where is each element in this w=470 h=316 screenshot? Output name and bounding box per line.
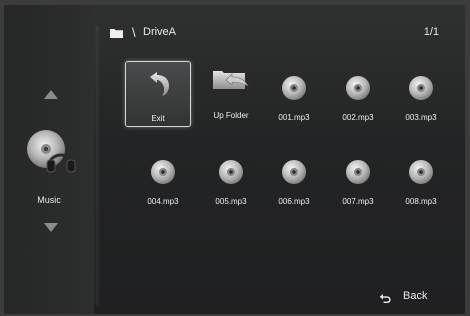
item-label: 003.mp3 <box>405 113 437 122</box>
file-grid: Exit Up Folder 001.mp3 002.mp3 003.mp3 0… <box>100 47 465 247</box>
file-item-005[interactable]: 005.mp3 <box>199 145 263 209</box>
media-browser-screen: Music \ DriveA 1/1 Exit Up Folder 001.mp… <box>4 5 465 314</box>
file-item-003[interactable]: 003.mp3 <box>389 61 453 125</box>
category-label: Music <box>37 195 61 205</box>
item-label: 008.mp3 <box>405 197 437 206</box>
current-path: DriveA <box>143 26 177 38</box>
up-folder-item[interactable]: Up Folder <box>199 61 263 125</box>
file-item-007[interactable]: 007.mp3 <box>326 145 390 209</box>
disc-icon <box>346 160 370 184</box>
item-label: 001.mp3 <box>278 113 310 122</box>
disc-icon <box>409 160 433 184</box>
path-separator: \ <box>132 25 136 40</box>
disc-icon <box>219 160 243 184</box>
back-label: Back <box>403 290 428 302</box>
disc-icon <box>151 160 175 184</box>
file-item-006[interactable]: 006.mp3 <box>262 145 326 209</box>
item-label: Exit <box>151 114 165 123</box>
music-disc-headphones-icon[interactable] <box>24 127 76 179</box>
exit-item[interactable]: Exit <box>125 61 191 127</box>
category-sidebar: Music <box>4 5 94 314</box>
chevron-down-icon[interactable] <box>44 223 58 232</box>
item-label: 006.mp3 <box>278 197 310 206</box>
item-label: Up Folder <box>213 111 249 120</box>
disc-icon <box>282 160 306 184</box>
file-item-002[interactable]: 002.mp3 <box>326 61 390 125</box>
item-label: 002.mp3 <box>342 113 374 122</box>
disc-icon <box>409 76 433 100</box>
return-arrow-icon <box>379 294 391 303</box>
exit-arrow-icon <box>150 72 169 96</box>
file-item-001[interactable]: 001.mp3 <box>262 61 326 125</box>
chevron-up-icon[interactable] <box>44 90 58 99</box>
file-item-008[interactable]: 008.mp3 <box>389 145 453 209</box>
folder-icon <box>110 29 123 38</box>
disc-icon <box>282 76 306 100</box>
header-bar: \ DriveA 1/1 <box>100 5 465 47</box>
item-label: 007.mp3 <box>342 197 374 206</box>
up-folder-icon <box>213 71 249 89</box>
disc-icon <box>346 76 370 100</box>
item-label: 005.mp3 <box>215 197 247 206</box>
page-indicator: 1/1 <box>423 26 439 38</box>
back-button[interactable]: Back <box>379 289 439 307</box>
item-label: 004.mp3 <box>147 197 179 206</box>
file-item-004[interactable]: 004.mp3 <box>131 145 195 209</box>
